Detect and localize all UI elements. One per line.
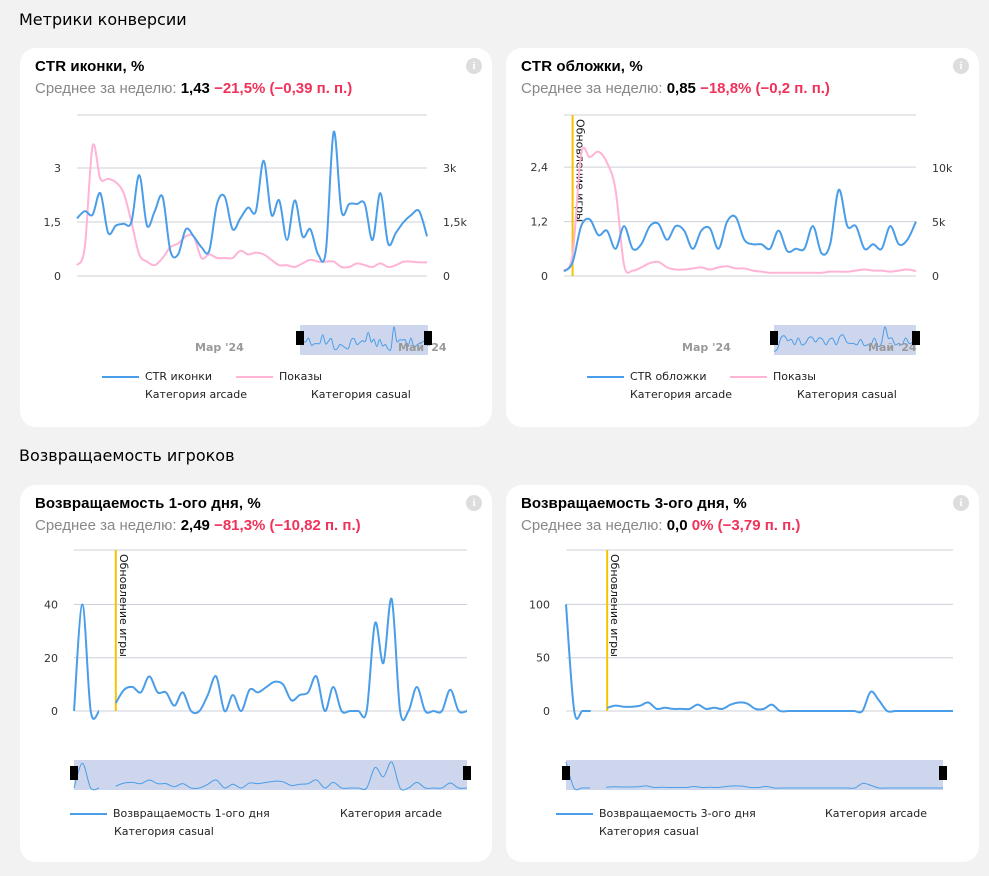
legend-swatch xyxy=(236,375,273,378)
right-tick-label: 1,5k xyxy=(443,216,467,229)
card-ctr-cover: CTR обложки, % Среднее за неделю: 0,85 −… xyxy=(506,48,979,427)
legend-label: Категория arcade xyxy=(630,388,733,401)
left-tick-label: 0 xyxy=(541,270,548,283)
left-tick-label: 3 xyxy=(54,162,61,175)
legend-label: Категория casual xyxy=(114,825,214,838)
section-title-retention: Возвращаемость игроков xyxy=(19,446,235,465)
left-tick-label: 1,2 xyxy=(531,216,549,229)
legend-label: Категория casual xyxy=(599,825,699,838)
legend-swatch xyxy=(587,375,624,378)
legend-item[interactable]: Категория arcade xyxy=(340,807,442,820)
navigator-handle-left[interactable] xyxy=(296,331,304,345)
right-tick-label: 0 xyxy=(932,270,939,283)
left-tick-label: 0 xyxy=(51,705,58,718)
legend-label: Возвращаемость 1-ого дня xyxy=(113,807,270,820)
legend-label: Категория arcade xyxy=(340,807,443,820)
navigator-handle-right[interactable] xyxy=(424,331,432,345)
series-line-1 xyxy=(76,143,428,269)
right-tick-label: 3k xyxy=(443,162,457,175)
series-line-0 xyxy=(76,130,428,263)
series-line-0 xyxy=(565,604,953,720)
legend-label: Категория arcade xyxy=(145,388,248,401)
legend-item[interactable]: Категория casual xyxy=(311,388,411,401)
navigator-handle-left[interactable] xyxy=(562,766,570,780)
navigator-handle-right[interactable] xyxy=(912,331,920,345)
card-retention-day3: Возвращаемость 3-ого дня, % Среднее за н… xyxy=(506,485,979,862)
left-tick-label: 1,5 xyxy=(44,216,62,229)
left-tick-label: 2,4 xyxy=(531,161,549,174)
section-title-conversion: Метрики конверсии xyxy=(19,10,187,29)
x-axis-label: Мар '24 xyxy=(195,341,244,354)
legend-label: CTR обложки xyxy=(630,370,707,383)
right-tick-label: 0 xyxy=(443,270,450,283)
legend-item[interactable]: Показы xyxy=(236,370,322,383)
navigator-handle-left[interactable] xyxy=(770,331,778,345)
legend-item[interactable]: CTR иконки xyxy=(102,370,212,383)
legend-label: Возвращаемость 3-ого дня xyxy=(599,807,756,820)
right-tick-label: 5k xyxy=(932,216,946,229)
legend-item[interactable]: Категория arcade xyxy=(145,388,247,401)
card-ctr-icon: CTR иконки, % Среднее за неделю: 1,43 −2… xyxy=(20,48,492,427)
legend-item[interactable]: Категория casual xyxy=(114,825,214,838)
legend-item[interactable]: Категория arcade xyxy=(630,388,732,401)
series-line-0 xyxy=(73,597,468,722)
left-tick-label: 20 xyxy=(44,652,58,665)
navigator-handle-right[interactable] xyxy=(463,766,471,780)
chart: 0 50 100 Обновление игры xyxy=(529,549,953,791)
legend-item[interactable]: Возвращаемость 1-ого дня xyxy=(70,807,270,820)
legend-swatch xyxy=(556,812,593,815)
game-update-label: Обновление игры xyxy=(117,554,130,657)
left-tick-label: 40 xyxy=(44,599,58,612)
navigator-range[interactable] xyxy=(74,760,467,790)
legend-label: Показы xyxy=(773,370,816,383)
legend-item[interactable]: Категория casual xyxy=(797,388,897,401)
navigator-handle-left[interactable] xyxy=(70,766,78,780)
legend-label: Категория casual xyxy=(311,388,411,401)
legend-item[interactable]: Показы xyxy=(730,370,816,383)
legend-item[interactable]: CTR обложки xyxy=(587,370,707,383)
card-retention-day1: Возвращаемость 1-ого дня, % Среднее за н… xyxy=(20,485,492,862)
left-tick-label: 0 xyxy=(54,270,61,283)
legend-item[interactable]: Категория arcade xyxy=(825,807,927,820)
legend-swatch xyxy=(730,375,767,378)
legend-item[interactable]: Категория casual xyxy=(599,825,699,838)
chart: 0 20 40 Обновление игры xyxy=(44,549,471,791)
legend-label: CTR иконки xyxy=(145,370,213,383)
x-axis-label: Май '24 xyxy=(868,341,917,354)
left-tick-label: 50 xyxy=(536,652,550,665)
legend-swatch xyxy=(70,812,107,815)
left-tick-label: 0 xyxy=(543,705,550,718)
legend-label: Показы xyxy=(279,370,322,383)
right-tick-label: 10k xyxy=(932,162,953,175)
game-update-label: Обновление игры xyxy=(608,554,621,657)
legend-label: Категория casual xyxy=(797,388,897,401)
legend-swatch xyxy=(102,375,139,378)
navigator-range[interactable] xyxy=(566,760,943,790)
left-tick-label: 100 xyxy=(529,598,550,611)
legend-label: Категория arcade xyxy=(825,807,928,820)
series-line-1 xyxy=(563,146,917,274)
x-axis-label: Мар '24 xyxy=(682,341,731,354)
navigator-handle-right[interactable] xyxy=(939,766,947,780)
legend-item[interactable]: Возвращаемость 3-ого дня xyxy=(556,807,756,820)
x-axis-label: Май '24 xyxy=(398,341,447,354)
